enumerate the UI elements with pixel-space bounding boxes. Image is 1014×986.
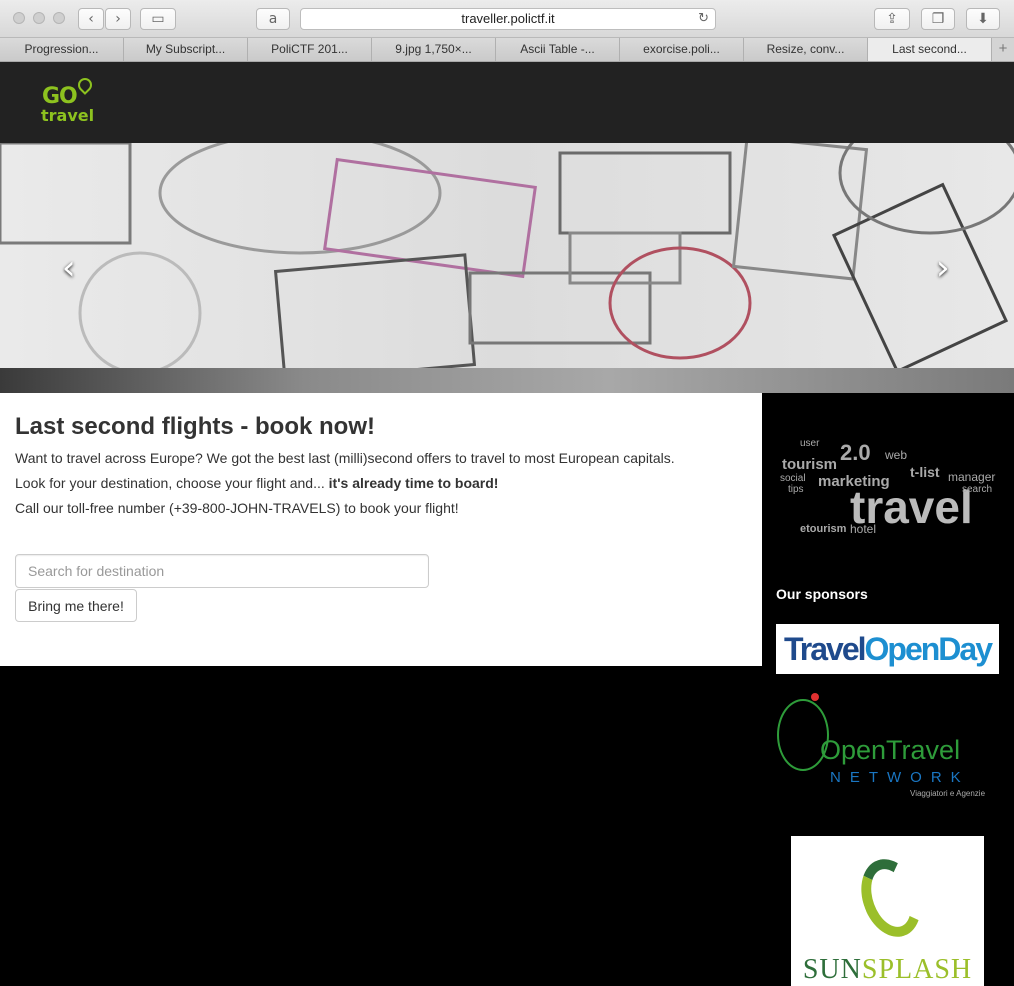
sponsor-sunsplash-logo[interactable]: SUNSPLASH: [791, 836, 984, 986]
browser-tab[interactable]: Ascii Table -...: [496, 38, 620, 61]
destination-search-input[interactable]: [15, 554, 429, 588]
browser-tab[interactable]: Resize, conv...: [744, 38, 868, 61]
destination-text-bold: it's already time to board!: [328, 475, 499, 491]
wordcloud-word: social: [780, 473, 806, 484]
new-tab-button[interactable]: +: [992, 38, 1014, 61]
chevron-left-icon[interactable]: ‹: [78, 8, 104, 30]
sidebar-icon[interactable]: ▭: [140, 8, 176, 30]
site-header: GO travel: [0, 62, 1014, 143]
amazon-icon[interactable]: a: [256, 8, 290, 30]
site-logo[interactable]: GO travel: [40, 75, 100, 126]
bring-me-there-button[interactable]: Bring me there!: [15, 589, 137, 622]
wordcloud-word: manager: [948, 470, 996, 484]
wordcloud-word: web: [885, 448, 908, 462]
sidebar: tourism 2.0 web marketing travel etouris…: [762, 393, 1014, 986]
wordcloud-word: 2.0: [840, 440, 871, 465]
page-title: Last second flights - book now!: [15, 413, 375, 440]
main-content: Last second flights - book now! Want to …: [0, 393, 762, 666]
browser-tab[interactable]: PoliCTF 201...: [248, 38, 372, 61]
sponsor2-network: NETWORK: [830, 769, 970, 786]
sponsor1-text-openday: OpenDay: [864, 631, 993, 667]
browser-tab[interactable]: Progression...: [0, 38, 124, 61]
map-pin-icon: [75, 75, 95, 95]
close-window-button[interactable]: [13, 12, 25, 24]
wordcloud-word: search: [962, 484, 993, 495]
address-bar[interactable]: traveller.polictf.it ↻: [300, 8, 716, 30]
travel-wordcloud-image: tourism 2.0 web marketing travel etouris…: [780, 418, 995, 558]
sponsors-title: Our sponsors: [776, 586, 868, 602]
browser-tab[interactable]: My Subscript...: [124, 38, 248, 61]
wordcloud-word: tourism: [782, 456, 838, 473]
minimize-window-button[interactable]: [33, 12, 45, 24]
wordcloud-word: user: [800, 438, 820, 449]
sponsor1-text-travel: Travel: [784, 631, 867, 667]
sponsor-opentravel-logo[interactable]: OpenTravel NETWORK Viaggiatori e Agenzie: [776, 691, 999, 801]
sponsor2-name: OpenTravel: [820, 735, 961, 765]
sponsor3-text: SUNSPLASH: [791, 954, 984, 986]
wordcloud-word: hotel: [850, 522, 877, 536]
logo-travel-text: travel: [41, 106, 95, 125]
tab-bar: Progression... My Subscript... PoliCTF 2…: [0, 38, 1014, 62]
wordcloud-word: t-list: [910, 464, 940, 480]
swoosh-icon: [851, 850, 931, 946]
browser-tab[interactable]: exorcise.poli...: [620, 38, 744, 61]
chevron-right-icon[interactable]: ›: [105, 8, 131, 30]
passport-stamps-image: [0, 143, 1014, 368]
share-icon[interactable]: ⇪: [874, 8, 910, 30]
browser-tab[interactable]: 9.jpg 1,750×...: [372, 38, 496, 61]
reload-icon[interactable]: ↻: [698, 9, 709, 29]
browser-tab-active[interactable]: Last second...: [868, 38, 992, 61]
carousel-shadow-strip: [0, 368, 1014, 393]
browser-toolbar: ‹ › ▭ a traveller.polictf.it ↻ ⇪ ❐ ⬇: [0, 0, 1014, 38]
zoom-window-button[interactable]: [53, 12, 65, 24]
sponsor-travelopenday-logo[interactable]: TravelOpenDay: [776, 624, 999, 674]
destination-text-prefix: Look for your destination, choose your f…: [15, 475, 329, 491]
carousel-next-button[interactable]: ›: [936, 248, 950, 288]
sponsor3-text-sun: SUN: [802, 954, 862, 985]
sponsor2-subtitle: Viaggiatori e Agenzie: [910, 789, 986, 798]
wordcloud-word: etourism: [800, 523, 847, 535]
wordcloud-word: tips: [788, 484, 804, 495]
carousel-prev-button[interactable]: ‹: [62, 248, 76, 288]
red-dot-icon: [811, 693, 819, 701]
url-text: traveller.polictf.it: [461, 11, 555, 26]
downloads-icon[interactable]: ⬇: [966, 8, 1000, 30]
sponsor3-text-splash: SPLASH: [861, 954, 973, 985]
destination-text: Look for your destination, choose your f…: [15, 475, 498, 491]
phone-text: Call our toll-free number (+39-800-JOHN-…: [15, 500, 459, 516]
tabs-icon[interactable]: ❐: [921, 8, 955, 30]
intro-text: Want to travel across Europe? We got the…: [15, 450, 675, 466]
hero-carousel: ‹ ›: [0, 143, 1014, 393]
